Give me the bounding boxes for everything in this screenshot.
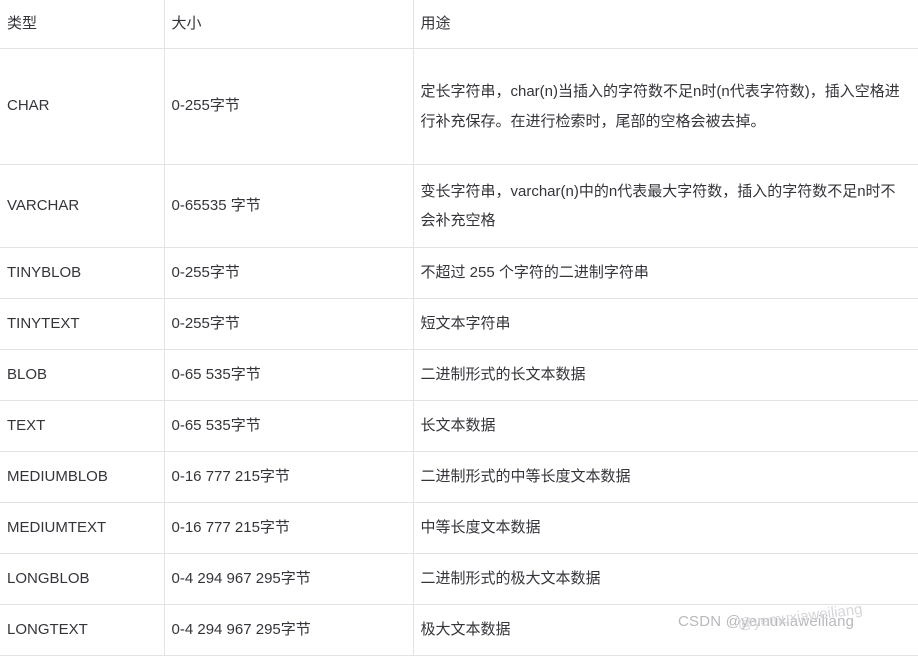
cell-type: MEDIUMTEXT [0, 502, 165, 554]
cell-type: LONGBLOB [0, 553, 165, 605]
cell-usage: 二进制形式的长文本数据 [413, 349, 918, 401]
cell-type: TINYBLOB [0, 247, 165, 299]
column-header-type: 类型 [0, 0, 165, 49]
table-row: MEDIUMTEXT 0-16 777 215字节 中等长度文本数据 [0, 502, 918, 554]
table-row: LONGTEXT 0-4 294 967 295字节 极大文本数据 [0, 604, 918, 656]
table-header: 类型 大小 用途 [0, 0, 918, 49]
table-row: TEXT 0-65 535字节 长文本数据 [0, 400, 918, 452]
table-row: VARCHAR 0-65535 字节 变长字符串，varchar(n)中的n代表最大… [0, 164, 918, 248]
cell-usage: 中等长度文本数据 [413, 502, 918, 554]
table-body: CHAR 0-255字节 定长字符串，char(n)当插入的字符数不足n时(n代表字… [0, 48, 918, 656]
table-row: CHAR 0-255字节 定长字符串，char(n)当插入的字符数不足n时(n代表字… [0, 48, 918, 165]
datatypes-table-container: 类型 大小 用途 CHAR 0-255字节 定长字符串，char(n)当插入的字符数… [0, 0, 918, 656]
cell-usage: 短文本字符串 [413, 298, 918, 350]
cell-type: TEXT [0, 400, 165, 452]
cell-size: 0-255字节 [164, 48, 414, 165]
cell-size: 0-4 294 967 295字节 [164, 553, 414, 605]
cell-usage: 长文本数据 [413, 400, 918, 452]
cell-size: 0-4 294 967 295字节 [164, 604, 414, 656]
cell-type: LONGTEXT [0, 604, 165, 656]
cell-size: 0-255字节 [164, 247, 414, 299]
cell-size: 0-65 535字节 [164, 349, 414, 401]
table-row: TINYBLOB 0-255字节 不超过 255 个字符的二进制字符串 [0, 247, 918, 299]
table-row: TINYTEXT 0-255字节 短文本字符串 [0, 298, 918, 350]
table-row: LONGBLOB 0-4 294 967 295字节 二进制形式的极大文本数据 [0, 553, 918, 605]
cell-usage: 变长字符串，varchar(n)中的n代表最大字符数，插入的字符数不足n时不会补… [413, 164, 918, 248]
cell-usage: 二进制形式的极大文本数据 [413, 553, 918, 605]
table-header-row: 类型 大小 用途 [0, 0, 918, 49]
cell-usage: 不超过 255 个字符的二进制字符串 [413, 247, 918, 299]
cell-size: 0-65 535字节 [164, 400, 414, 452]
cell-usage: 定长字符串，char(n)当插入的字符数不足n时(n代表字符数)，插入空格进行补… [413, 48, 918, 165]
cell-usage: 极大文本数据 [413, 604, 918, 656]
cell-type: CHAR [0, 48, 165, 165]
cell-size: 0-16 777 215字节 [164, 502, 414, 554]
column-header-size: 大小 [164, 0, 414, 49]
cell-type: TINYTEXT [0, 298, 165, 350]
cell-type: BLOB [0, 349, 165, 401]
mysql-string-types-table: 类型 大小 用途 CHAR 0-255字节 定长字符串，char(n)当插入的字符数… [0, 0, 918, 656]
cell-size: 0-255字节 [164, 298, 414, 350]
cell-type: MEDIUMBLOB [0, 451, 165, 503]
cell-usage: 二进制形式的中等长度文本数据 [413, 451, 918, 503]
table-row: MEDIUMBLOB 0-16 777 215字节 二进制形式的中等长度文本数据 [0, 451, 918, 503]
column-header-usage: 用途 [413, 0, 918, 49]
table-row: BLOB 0-65 535字节 二进制形式的长文本数据 [0, 349, 918, 401]
cell-type: VARCHAR [0, 164, 165, 248]
cell-size: 0-16 777 215字节 [164, 451, 414, 503]
cell-size: 0-65535 字节 [164, 164, 414, 248]
